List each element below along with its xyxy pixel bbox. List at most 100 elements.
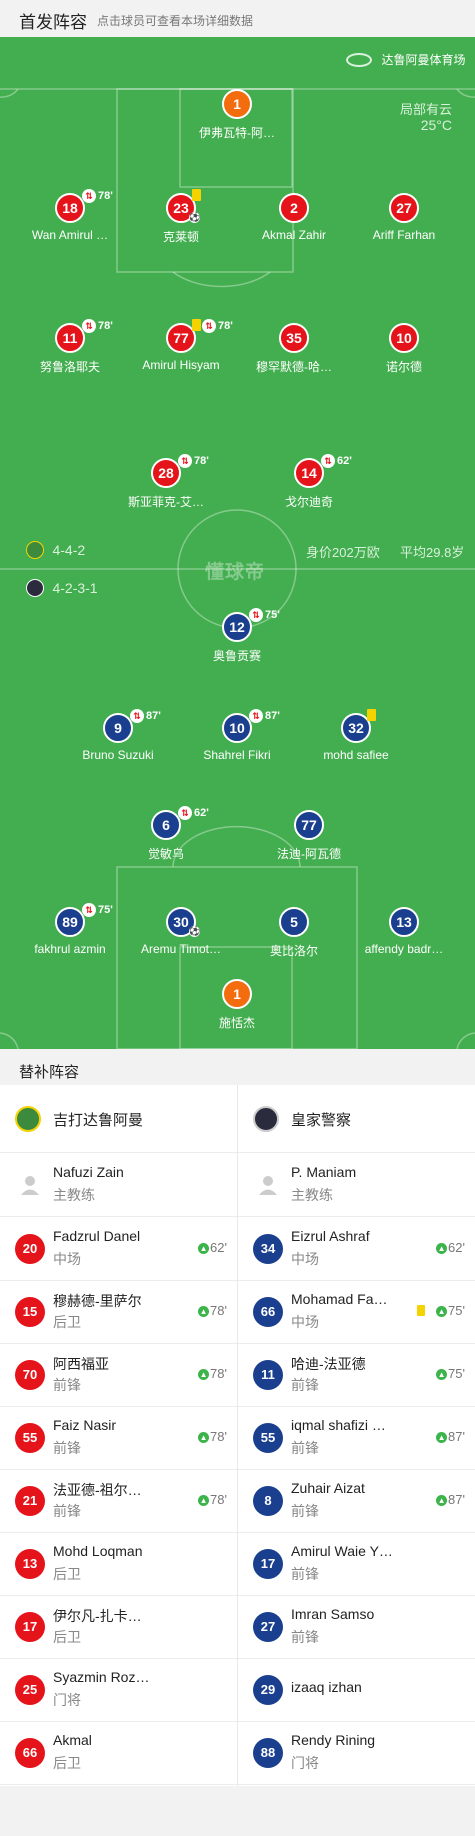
stadium-info: 达鲁阿曼体育场 — [346, 51, 465, 69]
player-name: Bruno Suzuki — [82, 748, 154, 762]
lineup-header: 首发阵容 点击球员可查看本场详细数据 — [0, 0, 475, 37]
player-marker[interactable]: 10 ⇅ 87' Shahrel Fikri — [172, 709, 302, 762]
sub-out-icon: ⇅ — [82, 189, 96, 203]
jersey-number-text: 28 — [158, 465, 174, 481]
jersey-number-text: 5 — [290, 914, 298, 930]
jersey-number: 29 — [253, 1675, 283, 1705]
jersey-number-text: 10 — [396, 330, 412, 346]
stadium-icon — [346, 52, 372, 67]
player-marker[interactable]: 30 ⚽ Aremu Timot… — [116, 907, 246, 956]
player-name: Amirul Hisyam — [142, 358, 220, 372]
away-formation: 4-2-3-1 — [26, 579, 98, 597]
sub-player-row[interactable]: 66 Akmal 后卫 — [0, 1721, 237, 1785]
jersey-number: 21 — [15, 1486, 45, 1516]
jersey-number-text: 14 — [301, 465, 317, 481]
player-position: 后卫 — [53, 1629, 81, 1645]
player-name: 克莱顿 — [162, 230, 199, 244]
sub-in-arrow-icon: ▲ — [436, 1495, 448, 1507]
jersey-number: 11 — [253, 1360, 283, 1390]
sub-player-row[interactable]: 17 Amirul Waie Y… 前锋 — [238, 1532, 475, 1596]
jersey-number: 17 — [253, 1549, 283, 1579]
sub-out-icon: ⇅ — [178, 806, 192, 820]
player-position: 前锋 — [291, 1377, 319, 1393]
player-marker[interactable]: 14 ⇅ 62' 戈尔迪奇 — [244, 454, 374, 510]
jersey-number: 10 — [389, 323, 419, 353]
sub-in-time: 75' — [448, 1303, 465, 1318]
jersey-number-text: 18 — [62, 200, 78, 216]
player-marker[interactable]: 77 ⇅ 78' Amirul Hisyam — [116, 319, 246, 372]
sub-out-time: 78' — [194, 455, 209, 467]
jersey-number: 13 — [15, 1549, 45, 1579]
player-marker[interactable]: 32 mohd safiee — [291, 709, 421, 762]
player-name: Mohd Loqman — [53, 1543, 143, 1559]
sub-player-row[interactable]: 20 Fadzrul Danel 中场 ▲ 62' — [0, 1217, 237, 1281]
sub-player-row[interactable]: 27 Imran Samso 前锋 — [238, 1595, 475, 1659]
sub-in-info: ▲ 78' — [198, 1366, 227, 1381]
sub-player-row[interactable]: 21 法亚德-祖尔… 前锋 ▲ 78' — [0, 1469, 237, 1533]
home-team-logo-icon — [26, 541, 44, 559]
player-marker[interactable]: 13 affendy badr… — [339, 907, 469, 956]
sub-player-row[interactable]: 88 Rendy Rining 门将 — [238, 1721, 475, 1785]
coach-row[interactable]: Nafuzi Zain 主教练 — [0, 1153, 237, 1217]
jersey-number: 13 — [389, 907, 419, 937]
player-position: 前锋 — [291, 1629, 319, 1645]
sub-player-row[interactable]: 29 izaaq izhan — [238, 1658, 475, 1722]
jersey-number: 15 — [15, 1297, 45, 1327]
sub-player-row[interactable]: 11 哈迪-法亚德 前锋 ▲ 75' — [238, 1343, 475, 1407]
player-marker[interactable]: 28 ⇅ 78' 斯亚菲克-艾… — [101, 454, 231, 510]
sub-player-row[interactable]: 55 iqmal shafizi … 前锋 ▲ 87' — [238, 1406, 475, 1470]
watermark-logo: 懂球帝 — [205, 562, 266, 583]
jersey-number: 27 — [253, 1612, 283, 1642]
away-team-logo-icon — [26, 579, 44, 597]
player-name: 奥鲁贡赛 — [212, 649, 261, 663]
sub-in-arrow-icon: ▲ — [436, 1369, 448, 1381]
team-header[interactable]: 吉打达鲁阿曼 — [0, 1085, 237, 1153]
sub-out-icon: ⇅ — [249, 608, 263, 622]
jersey-number: 6 ⇅ 62' — [151, 806, 209, 840]
coach-row[interactable]: P. Maniam 主教练 — [238, 1153, 475, 1217]
player-name: Aremu Timot… — [140, 942, 221, 956]
player-marker[interactable]: 6 ⇅ 62' 觉敏乌 — [101, 806, 231, 862]
sub-in-arrow-icon: ▲ — [198, 1495, 210, 1507]
weather-text: 局部有云 — [399, 102, 452, 117]
sub-in-info: ▲ 75' — [436, 1366, 465, 1381]
sub-out-time: 87' — [146, 710, 161, 722]
sub-player-row[interactable]: 66 Mohamad Fa… 中场 ▲ 75' — [238, 1280, 475, 1344]
team-header[interactable]: 皇家警察 — [238, 1085, 475, 1153]
player-marker[interactable]: 27 Ariff Farhan — [339, 193, 469, 242]
sub-player-row[interactable]: 55 Faiz Nasir 前锋 ▲ 78' — [0, 1406, 237, 1470]
sub-player-row[interactable]: 34 Eizrul Ashraf 中场 ▲ 62' — [238, 1217, 475, 1281]
player-name: Shahrel Fikri — [203, 748, 271, 762]
sub-in-time: 78' — [210, 1366, 227, 1381]
sub-in-arrow-icon: ▲ — [198, 1306, 210, 1318]
player-name: Ariff Farhan — [372, 228, 436, 242]
player-marker[interactable]: 23 ⚽ 克莱顿 — [116, 189, 246, 245]
temperature-text: 25°C — [420, 117, 452, 133]
player-position: 中场 — [291, 1251, 319, 1267]
player-marker[interactable]: 9 ⇅ 87' Bruno Suzuki — [53, 709, 183, 762]
jersey-number-text: 1 — [233, 96, 241, 112]
jersey-number: 14 ⇅ 62' — [294, 454, 352, 488]
jersey-number: 32 — [341, 709, 376, 743]
sub-player-row[interactable]: 15 穆赫德-里萨尔 后卫 ▲ 78' — [0, 1280, 237, 1344]
player-name: Fadzrul Danel — [53, 1228, 141, 1244]
sub-player-row[interactable]: 70 阿西福亚 前锋 ▲ 78' — [0, 1343, 237, 1407]
player-marker[interactable]: 12 ⇅ 75' 奥鲁贡赛 — [172, 608, 302, 664]
jersey-number: 17 — [15, 1612, 45, 1642]
player-position: 前锋 — [291, 1503, 319, 1519]
jersey-number: 20 — [15, 1234, 45, 1264]
sub-in-arrow-icon: ▲ — [436, 1243, 448, 1255]
sub-in-time: 62' — [448, 1240, 465, 1255]
sub-in-info: ▲ 87' — [436, 1492, 465, 1507]
sub-player-row[interactable]: 13 Mohd Loqman 后卫 — [0, 1532, 237, 1596]
away-formation-text: 4-2-3-1 — [52, 580, 98, 596]
player-marker[interactable]: 10 诺尔德 — [339, 323, 469, 375]
away-subs-column: 皇家警察 P. Maniam 主教练 34 Eizrul Ashraf 中场 ▲ 62' 66 M… — [238, 1085, 475, 1786]
player-marker[interactable]: 77 法迪-阿瓦德 — [244, 810, 374, 862]
sub-player-row[interactable]: 17 伊尔凡-扎卡… 后卫 — [0, 1595, 237, 1659]
player-marker[interactable]: 1 伊弗瓦特-阿… — [172, 89, 302, 141]
player-marker[interactable]: 1 施恬杰 — [172, 979, 302, 1031]
jersey-number: 23 ⚽ — [166, 189, 201, 223]
sub-player-row[interactable]: 8 Zuhair Aizat 前锋 ▲ 87' — [238, 1469, 475, 1533]
sub-player-row[interactable]: 25 Syazmin Roz… 门将 — [0, 1658, 237, 1722]
